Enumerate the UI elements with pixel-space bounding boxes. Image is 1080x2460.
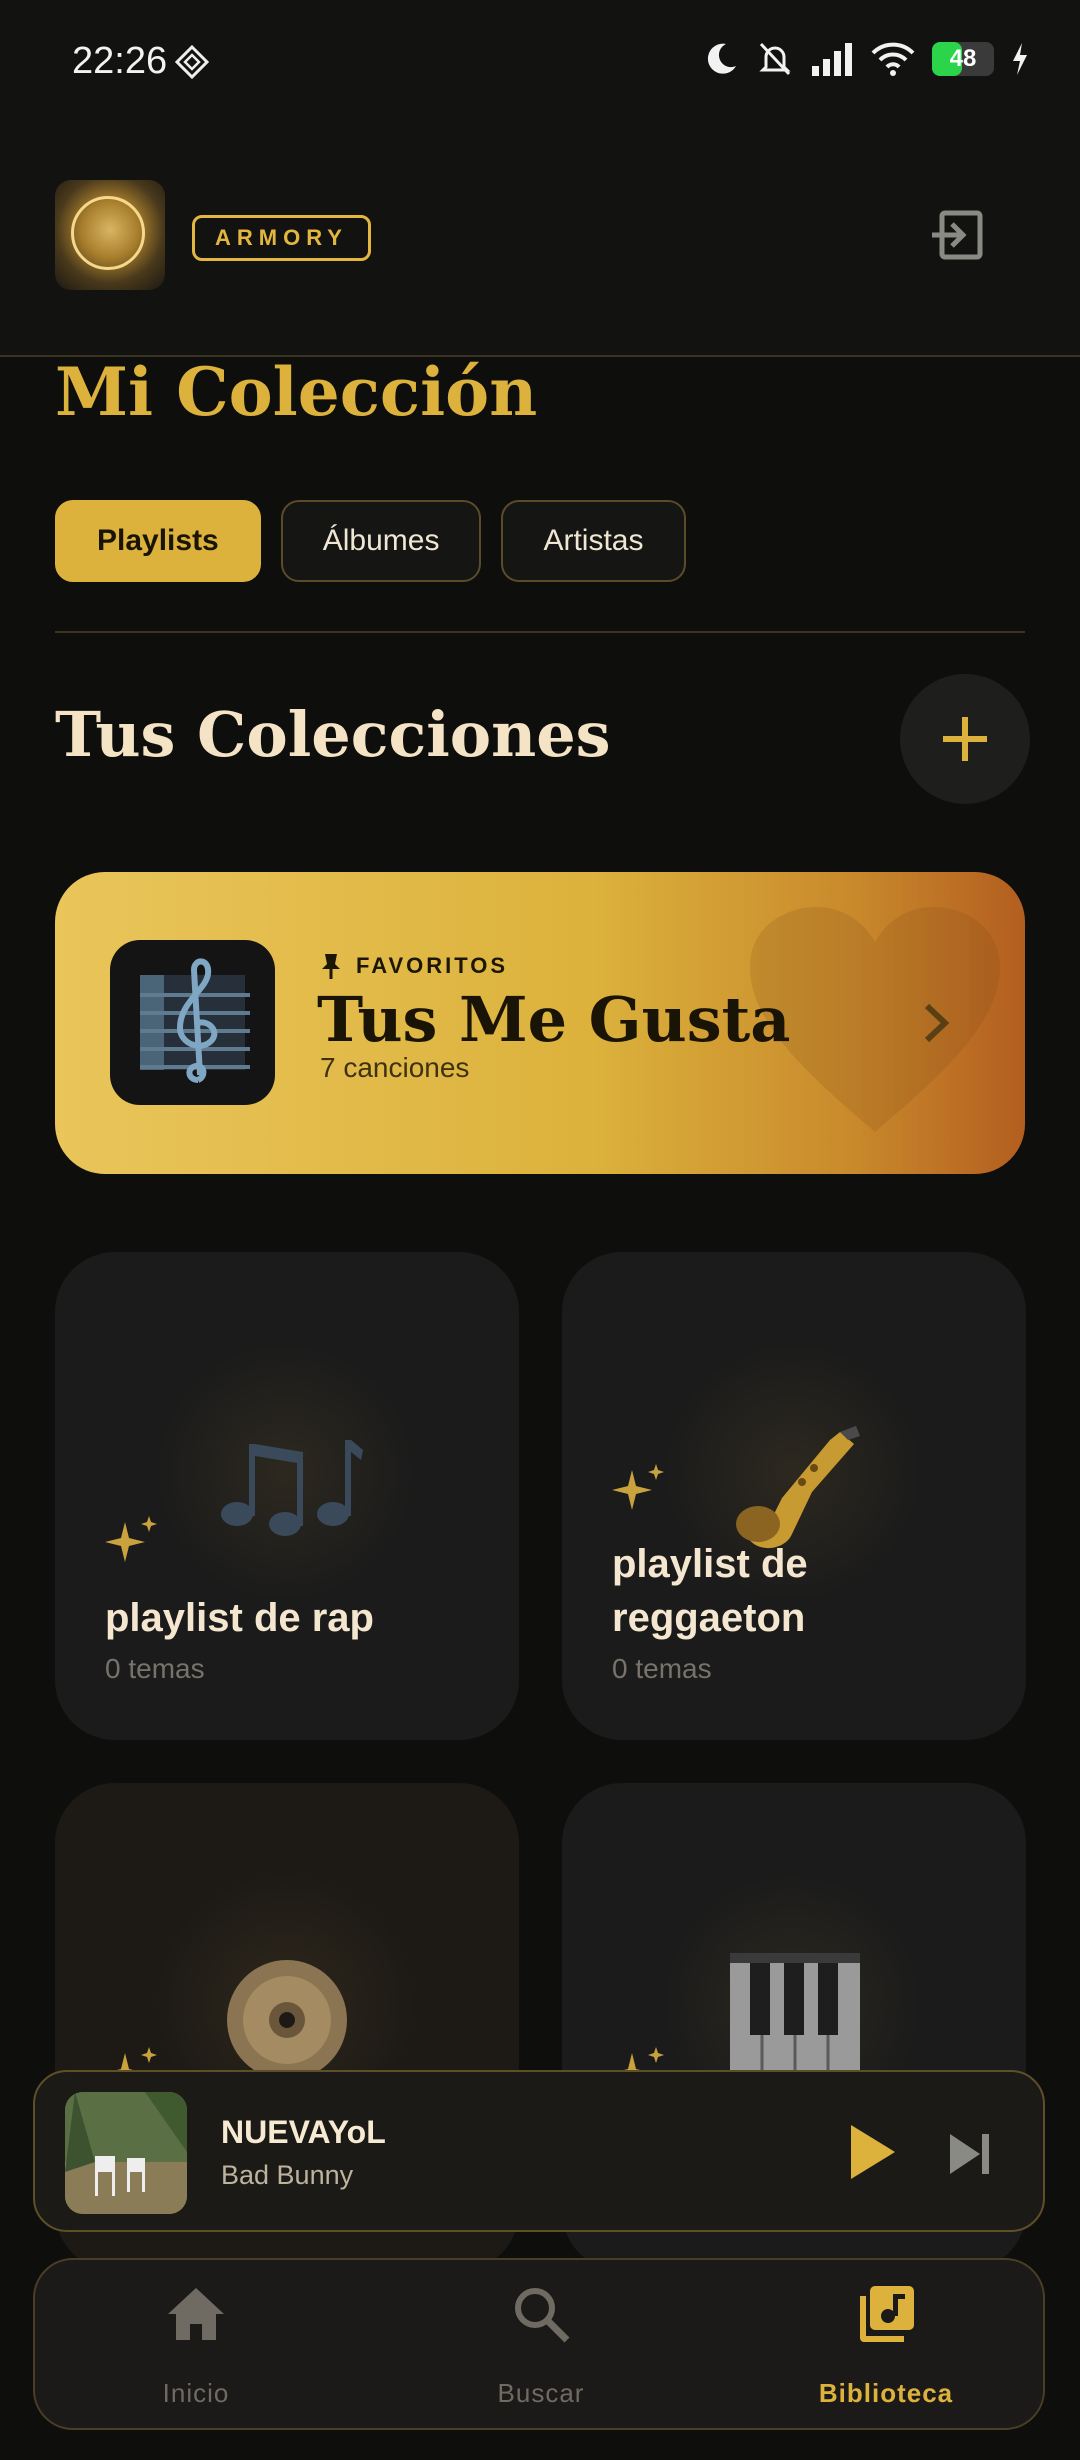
bell-muted-icon [759, 42, 791, 76]
armory-logo[interactable] [55, 180, 165, 290]
cell-signal-icon [812, 43, 852, 76]
favorites-card[interactable]: FAVORITOS Tus Me Gusta 7 canciones [55, 872, 1025, 1174]
nav-biblioteca[interactable]: Biblioteca [736, 2260, 1036, 2428]
nav-label: Buscar [497, 2378, 585, 2408]
plus-icon [943, 717, 987, 761]
playlist-name: playlist de reggaeton [612, 1542, 808, 1640]
play-icon[interactable] [835, 2117, 905, 2187]
cd-disc-icon [227, 1960, 347, 2080]
favorites-label: FAVORITOS [320, 952, 508, 980]
now-playing-cover-art [65, 2092, 187, 2214]
playlist-count: 0 temas [612, 1653, 712, 1684]
home-icon [168, 2288, 224, 2340]
nav-inicio[interactable]: Inicio [46, 2260, 346, 2428]
page-title: Mi Colección [55, 353, 538, 431]
nav-buscar[interactable]: Buscar [391, 2260, 691, 2428]
battery-percent: 48 [949, 45, 977, 72]
favorites-cover-art [110, 940, 275, 1105]
piano-keys-icon [730, 1953, 860, 2083]
section-title: Tus Colecciones [55, 698, 611, 771]
collection-tabs: Playlists Álbumes Artistas [55, 500, 686, 582]
logout-icon[interactable] [928, 205, 988, 265]
playlist-card-reggaeton[interactable]: playlist de reggaeton 0 temas [562, 1252, 1026, 1740]
search-icon [515, 2288, 570, 2343]
bottom-navigation: Inicio Buscar Biblioteca [33, 2258, 1045, 2430]
nfc-diamond-icon [174, 44, 210, 80]
favorites-count: 7 canciones [320, 1052, 470, 1083]
sparkle-icon [105, 1516, 157, 1562]
library-icon [860, 2286, 914, 2342]
do-not-disturb-moon-icon [707, 43, 736, 74]
tab-playlists[interactable]: Playlists [55, 500, 261, 582]
now-playing-title: NUEVAYoL [221, 2114, 386, 2150]
pin-icon [322, 954, 340, 979]
sparkle-icon [612, 1464, 664, 1510]
now-playing-artist: Bad Bunny [221, 2160, 354, 2190]
now-playing-bar[interactable]: NUEVAYoL Bad Bunny [33, 2070, 1045, 2232]
chevron-right-icon [924, 1003, 950, 1043]
section-divider [55, 631, 1025, 633]
status-bar: 22:26 48 [0, 0, 1080, 130]
charging-bolt-icon [1013, 43, 1027, 75]
musical-notes-icon [221, 1440, 363, 1536]
favorites-title: Tus Me Gusta [317, 983, 791, 1056]
status-time: 22:26 [72, 40, 168, 82]
playlist-count: 0 temas [105, 1653, 205, 1684]
brand-badge: ARMORY [192, 215, 371, 261]
playlist-name: playlist de rap [105, 1596, 374, 1640]
app-header: ARMORY [0, 130, 1080, 357]
battery-indicator: 48 [932, 42, 994, 76]
playlist-card-rap[interactable]: playlist de rap 0 temas [55, 1252, 519, 1740]
favorites-label-text: FAVORITOS [356, 953, 509, 978]
skip-next-icon[interactable] [940, 2124, 1000, 2184]
tab-artistas[interactable]: Artistas [501, 500, 686, 582]
nav-label: Biblioteca [818, 2378, 954, 2408]
add-collection-button[interactable] [900, 674, 1030, 804]
music-staff-clef-icon [140, 958, 250, 1083]
wifi-icon [871, 42, 915, 76]
tab-albumes[interactable]: Álbumes [280, 500, 482, 582]
nav-label: Inicio [162, 2378, 230, 2408]
